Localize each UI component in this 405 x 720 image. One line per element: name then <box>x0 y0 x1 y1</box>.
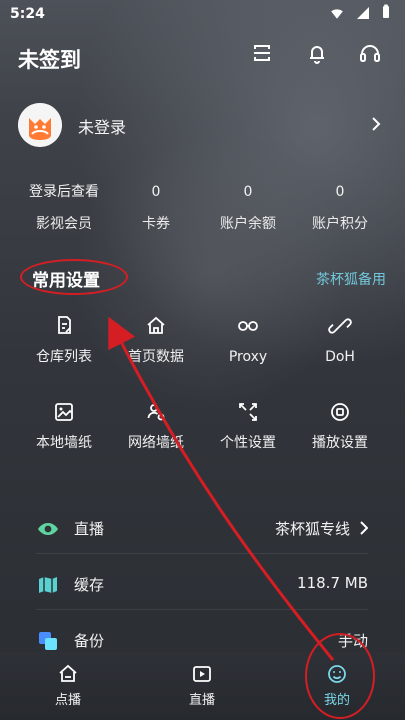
bottom-nav-annotation-circle <box>305 633 375 719</box>
settings-item-repository-list[interactable]: 仓库列表 <box>18 314 110 374</box>
settings-item-label: Proxy <box>228 349 268 365</box>
settings-item-local-wallpaper[interactable]: 本地墙纸 <box>18 400 110 460</box>
backup-icon <box>36 629 60 653</box>
stat-value: 0 <box>243 184 253 200</box>
top-header: 未签到 <box>0 38 405 74</box>
signal-icon <box>355 5 371 24</box>
stat-value: 0 <box>151 184 161 200</box>
map-icon <box>36 573 60 597</box>
list-divider <box>36 609 368 610</box>
home-icon <box>144 314 168 338</box>
stat-label: 账户积分 <box>312 216 368 232</box>
scan-icon <box>250 41 274 69</box>
chevron-right-icon <box>368 114 384 134</box>
stat-label: 卡券 <box>142 216 170 232</box>
list-divider <box>36 553 368 554</box>
settings-item-label: 播放设置 <box>312 435 368 451</box>
settings-item-playback[interactable]: 播放设置 <box>294 400 386 460</box>
stat-coupons[interactable]: 0 卡券 <box>110 183 202 239</box>
list-item-value: 茶杯狐专线 <box>274 520 350 538</box>
chevron-right-icon <box>358 519 370 537</box>
page-title: 未签到 <box>18 48 81 72</box>
battery-icon <box>381 4 391 24</box>
profile-name: 未登录 <box>78 118 127 137</box>
chain-icon <box>328 314 352 338</box>
play-settings-icon <box>328 400 352 424</box>
common-settings-grid: 仓库列表 首页数据 Proxy DoH 本地墙纸 网络墙纸 个性设置 播放设置 <box>18 314 386 464</box>
eye-icon <box>36 517 60 541</box>
profile-row[interactable]: 未登录 <box>18 103 386 147</box>
stat-value: 0 <box>335 184 345 200</box>
settings-item-doh[interactable]: DoH <box>294 314 386 374</box>
document-edit-icon <box>52 314 76 338</box>
scan-button[interactable] <box>248 41 276 69</box>
wifi-icon <box>329 5 345 24</box>
list-item-live[interactable]: 直播 茶杯狐专线 <box>18 505 386 553</box>
stat-points[interactable]: 0 账户积分 <box>294 183 386 239</box>
stat-membership[interactable]: 登录后查看 影视会员 <box>18 183 110 239</box>
status-icons <box>329 4 391 24</box>
headphones-icon <box>358 41 382 69</box>
play-box-icon <box>190 662 214 686</box>
settings-item-proxy[interactable]: Proxy <box>202 314 294 374</box>
nav-item-live[interactable]: 直播 <box>162 662 242 712</box>
settings-item-network-wallpaper[interactable]: 网络墙纸 <box>110 400 202 460</box>
settings-item-label: DoH <box>325 349 355 365</box>
image-icon <box>52 400 76 424</box>
status-time: 5:24 <box>10 6 45 22</box>
list-item-label: 备份 <box>74 632 105 650</box>
settings-item-label: 本地墙纸 <box>36 435 92 451</box>
expand-icon <box>236 400 260 424</box>
list-item-label: 直播 <box>74 520 105 538</box>
bell-icon <box>305 41 329 69</box>
settings-item-label: 网络墙纸 <box>128 435 184 451</box>
support-button[interactable] <box>356 41 384 69</box>
notification-button[interactable] <box>303 41 331 69</box>
section-title: 常用设置 <box>32 271 100 291</box>
stat-label: 账户余额 <box>220 216 276 232</box>
person-search-icon <box>144 400 168 424</box>
settings-item-personalization[interactable]: 个性设置 <box>202 400 294 460</box>
backup-source-link[interactable]: 茶杯狐备用 <box>316 269 386 289</box>
nav-item-vod[interactable]: 点播 <box>28 662 108 712</box>
link-icon <box>236 314 260 338</box>
stat-label: 影视会员 <box>36 216 92 232</box>
avatar[interactable] <box>18 103 62 147</box>
list-item-value: 118.7 MB <box>297 574 368 592</box>
stat-value: 登录后查看 <box>29 184 99 200</box>
settings-item-label: 个性设置 <box>220 435 276 451</box>
settings-item-label: 首页数据 <box>128 349 184 365</box>
account-stats: 登录后查看 影视会员 0 卡券 0 账户余额 0 账户积分 <box>18 183 386 239</box>
settings-item-label: 仓库列表 <box>36 349 92 365</box>
common-settings-header: 常用设置 茶杯狐备用 <box>18 259 386 295</box>
home-outline-icon <box>56 662 80 686</box>
nav-label: 点播 <box>54 693 81 708</box>
nav-label: 直播 <box>188 693 215 708</box>
stat-balance[interactable]: 0 账户余额 <box>202 183 294 239</box>
settings-item-home-data[interactable]: 首页数据 <box>110 314 202 374</box>
list-item-cache[interactable]: 缓存 118.7 MB <box>18 561 386 609</box>
status-bar: 5:24 <box>0 0 405 30</box>
list-item-label: 缓存 <box>74 576 105 594</box>
